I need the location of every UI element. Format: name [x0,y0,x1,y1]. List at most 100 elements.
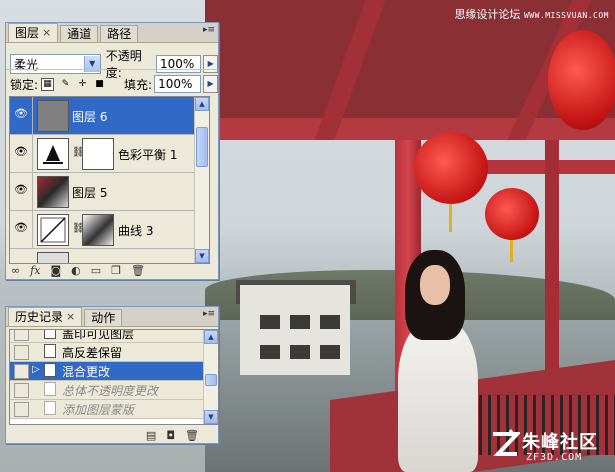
tab-paths-label: 路径 [107,27,132,41]
history-item[interactable]: ▷ 混合更改 [10,362,203,381]
history-state-icon [44,401,56,415]
eye-icon[interactable]: 👁 [13,182,29,198]
new-layer-icon[interactable]: ❐ [111,264,121,277]
history-list: 盖印可见图层 高反差保留 ▷ 混合更改 总体不透明度更改 添加图层蒙版 ▲ ▼ [9,329,219,425]
scroll-up-icon[interactable]: ▲ [195,97,209,111]
scroll-up-icon[interactable]: ▲ [204,330,218,344]
divider [32,135,33,172]
curves-adjustment-icon [37,214,69,246]
lock-label: 锁定: [10,77,39,92]
tab-actions-label: 动作 [91,311,116,325]
lock-transparency-icon[interactable]: ▦ [41,77,55,91]
scroll-down-icon[interactable]: ▼ [204,410,218,424]
fx-icon[interactable]: fx [30,264,40,277]
lock-all-icon[interactable]: ■ [94,79,105,90]
layer-list-scrollbar[interactable]: ▲ ▼ [194,97,209,263]
history-scrollbar[interactable]: ▲ ▼ [203,330,218,424]
tab-paths[interactable]: 路径 [100,25,139,42]
woman-white-dress [398,320,478,472]
history-item[interactable]: 添加图层蒙版 [10,400,203,419]
house-window [260,315,280,329]
watermark-logo-site: ZF3D.COM [526,452,583,463]
history-item-label: 混合更改 [62,365,111,379]
watermark-top-cn: 思缘设计论坛 [454,8,521,21]
fill-slider-button[interactable]: ▶ [203,75,219,93]
color-balance-adjustment-icon [37,138,69,170]
lock-position-icon[interactable]: ✛ [77,79,88,90]
tab-channels[interactable]: 通道 [60,25,99,42]
layer-row[interactable]: 👁 图层 6 [10,97,209,135]
tab-actions[interactable]: 动作 [84,309,123,326]
house-window [290,345,310,359]
history-state-icon [44,344,56,358]
history-item[interactable]: 盖印可见图层 [10,329,203,343]
tab-layers[interactable]: 图层 × [8,23,59,42]
scroll-thumb[interactable] [196,127,208,167]
lantern-tassel [449,204,452,232]
tab-history[interactable]: 历史记录 × [8,307,83,326]
layer-row[interactable]: 👁 ⛓ 色彩平衡 1 [10,135,209,173]
layer-mask-thumbnail[interactable] [82,138,114,170]
add-mask-icon[interactable]: ◙ [50,264,61,277]
tab-history-label: 历史记录 [15,310,64,324]
lock-image-icon[interactable]: ✎ [60,79,71,90]
house-window [290,315,310,329]
history-slider-icon[interactable]: ▷ [32,364,40,375]
layer-thumbnail [37,100,69,132]
history-item[interactable]: 总体不透明度更改 [10,381,203,400]
history-brush-source-box[interactable] [14,330,29,341]
panel-menu-icon[interactable]: ▸≡ [203,25,215,35]
history-footer: ▤ ◘ 🗑 [6,426,218,444]
zf-logo-icon [493,429,520,456]
watermark-logo-cn: 朱峰社区 [522,432,598,453]
eye-icon[interactable]: 👁 [13,220,29,236]
red-lantern [414,132,488,204]
lakeside-house [240,285,350,375]
watermark-top: 思缘设计论坛 WWW.MISSVUAN.COM [454,6,609,22]
layer-name: 曲线 3 [118,224,154,238]
red-lantern [548,30,615,130]
layer-thumbnail [37,176,69,208]
scale-icon [43,145,63,164]
opacity-input[interactable]: 100% [155,55,202,73]
layers-footer: ∞ fx ◙ ◐ ▭ ❐ 🗑 [6,261,218,279]
history-brush-source-box[interactable] [14,383,29,398]
link-layers-icon[interactable]: ∞ [11,264,20,277]
history-state-icon [44,330,56,339]
eye-icon[interactable]: 👁 [13,106,29,122]
trash-icon[interactable]: 🗑 [185,429,199,442]
watermark-top-site: WWW.MISSVUAN.COM [523,11,609,20]
layer-mask-thumbnail[interactable] [82,214,114,246]
layer-row[interactable]: 👁 图层 5 [10,173,209,211]
adjustment-layer-icon[interactable]: ◐ [71,264,81,277]
history-brush-source-box[interactable] [14,364,29,379]
history-item-label: 总体不透明度更改 [62,384,159,398]
opacity-slider-button[interactable]: ▶ [203,55,219,73]
panel-menu-icon[interactable]: ▸≡ [203,309,215,319]
divider [32,173,33,210]
eye-icon[interactable]: 👁 [13,144,29,160]
history-item-label: 盖印可见图层 [62,329,135,341]
history-brush-source-box[interactable] [14,345,29,360]
layer-list: 👁 图层 6 👁 ⛓ 色彩平衡 1 👁 图层 5 👁 ⛓ 曲线 3 ▲ ▼ [9,96,210,264]
divider [6,69,218,70]
close-icon[interactable]: × [66,309,75,325]
new-group-icon[interactable]: ▭ [91,264,101,277]
house-window [320,315,340,329]
layer-row[interactable]: 👁 ⛓ 曲线 3 [10,211,209,249]
fill-input[interactable]: 100% [154,75,202,93]
snapshot-icon[interactable]: ◘ [166,429,175,442]
blend-mode-select[interactable]: 柔光 ▼ [10,54,101,74]
curve-graph-icon [40,217,66,243]
scroll-thumb[interactable] [205,374,217,386]
history-item[interactable]: 高反差保留 [10,343,203,362]
history-brush-source-box[interactable] [14,402,29,417]
trash-icon[interactable]: 🗑 [131,264,145,277]
red-lantern [485,188,539,240]
close-icon[interactable]: × [42,25,51,41]
roof-edge [205,118,615,140]
new-document-from-state-icon[interactable]: ▤ [146,429,156,442]
layers-panel-tabs: 图层 × 通道 路径 ▸≡ [6,23,218,43]
tab-layers-label: 图层 [15,26,40,40]
history-item-label: 高反差保留 [62,346,123,360]
